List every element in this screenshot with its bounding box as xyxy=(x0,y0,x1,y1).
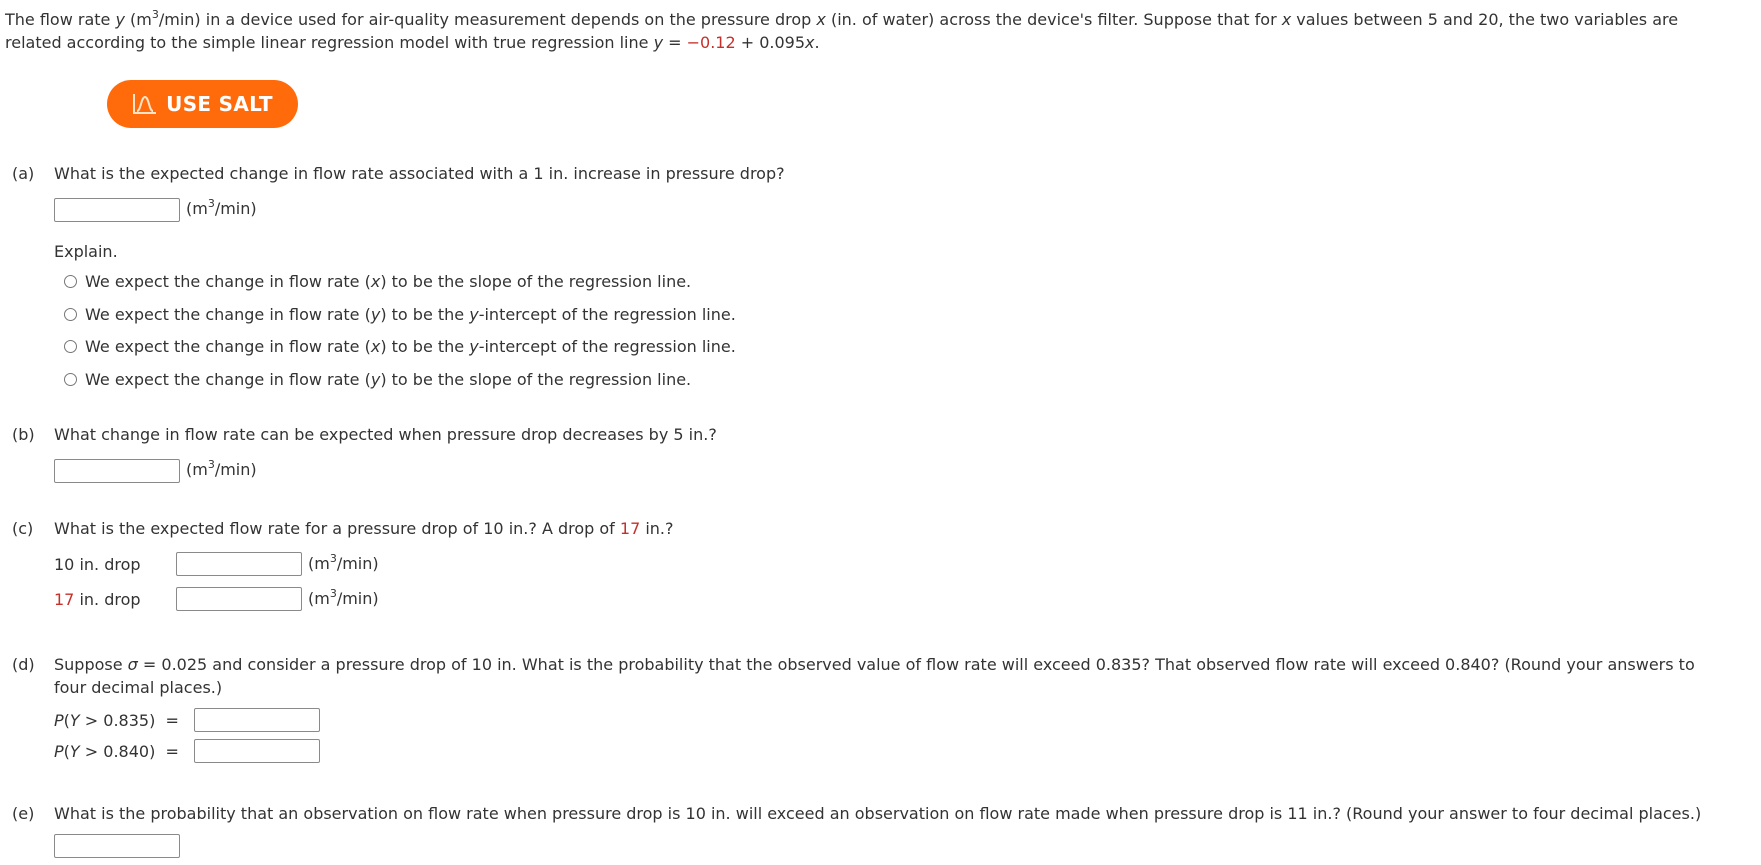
part-c-row2-unit: (m3/min) xyxy=(308,586,379,608)
radio-button[interactable] xyxy=(64,373,77,386)
radio-button[interactable] xyxy=(64,340,77,353)
part-e-answer-input[interactable] xyxy=(54,834,180,858)
part-b-question: What change in flow rate can be expected… xyxy=(54,425,717,444)
p-y-gt-0840-label: P(Y > 0.840) = xyxy=(54,742,179,761)
option-text: We expect the change in flow rate (x) to… xyxy=(85,337,736,356)
part-a-label: (a) xyxy=(12,164,35,183)
p-y-gt-0835-label: P(Y > 0.835) = xyxy=(54,711,179,730)
part-b-label: (b) xyxy=(12,425,35,444)
explain-option-3[interactable]: We expect the change in flow rate (x) to… xyxy=(64,337,736,356)
option-text: We expect the change in flow rate (y) to… xyxy=(85,370,692,389)
part-d-question: Suppose σ = 0.025 and consider a pressur… xyxy=(54,655,1695,697)
explain-option-2[interactable]: We expect the change in flow rate (y) to… xyxy=(64,305,736,324)
explain-label: Explain. xyxy=(54,242,118,261)
part-b-unit: (m3/min) xyxy=(186,457,257,479)
radio-button[interactable] xyxy=(64,308,77,321)
radio-button[interactable] xyxy=(64,275,77,288)
explain-option-4[interactable]: We expect the change in flow rate (y) to… xyxy=(64,370,691,389)
salt-graph-icon xyxy=(133,94,157,114)
part-d-label: (d) xyxy=(12,655,35,674)
part-c-row1-unit: (m3/min) xyxy=(308,551,379,573)
p-y-gt-0840-input[interactable] xyxy=(194,739,320,763)
part-a-unit: (m3/min) xyxy=(186,196,257,218)
option-text: We expect the change in flow rate (y) to… xyxy=(85,305,736,324)
part-c-question: What is the expected flow rate for a pre… xyxy=(54,519,674,538)
regression-intercept: −0.12 xyxy=(686,33,736,52)
part-c-label: (c) xyxy=(12,519,34,538)
part-c-row2-label: 17 in. drop xyxy=(54,590,141,609)
problem-statement: The flow rate y (m3/min) in a device use… xyxy=(5,7,1679,52)
part-c-10in-answer-input[interactable] xyxy=(176,552,302,576)
part-c-row1-label: 10 in. drop xyxy=(54,555,141,574)
part-c-17in-answer-input[interactable] xyxy=(176,587,302,611)
part-a-answer-input[interactable] xyxy=(54,198,180,222)
use-salt-label: USE SALT xyxy=(166,92,273,116)
use-salt-button[interactable]: USE SALT xyxy=(107,80,298,128)
option-text: We expect the change in flow rate (x) to… xyxy=(85,272,692,291)
part-a-question: What is the expected change in flow rate… xyxy=(54,164,785,183)
explain-option-1[interactable]: We expect the change in flow rate (x) to… xyxy=(64,272,691,291)
part-b-answer-input[interactable] xyxy=(54,459,180,483)
part-e-question: What is the probability that an observat… xyxy=(54,804,1702,823)
p-y-gt-0835-input[interactable] xyxy=(194,708,320,732)
part-e-label: (e) xyxy=(12,804,35,823)
